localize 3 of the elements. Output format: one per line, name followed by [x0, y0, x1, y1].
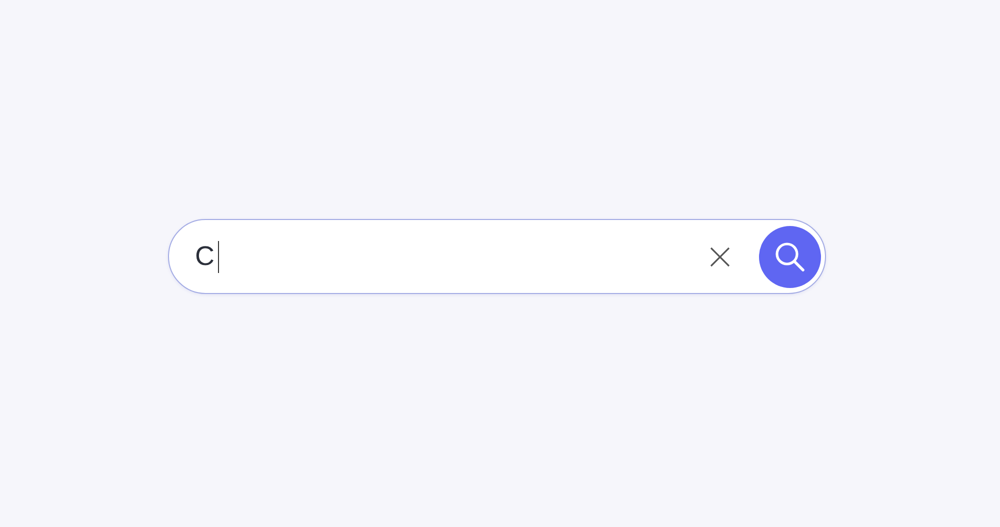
search-input-field[interactable]: C [195, 236, 707, 276]
search-icon [773, 240, 807, 274]
search-button[interactable] [759, 226, 821, 288]
